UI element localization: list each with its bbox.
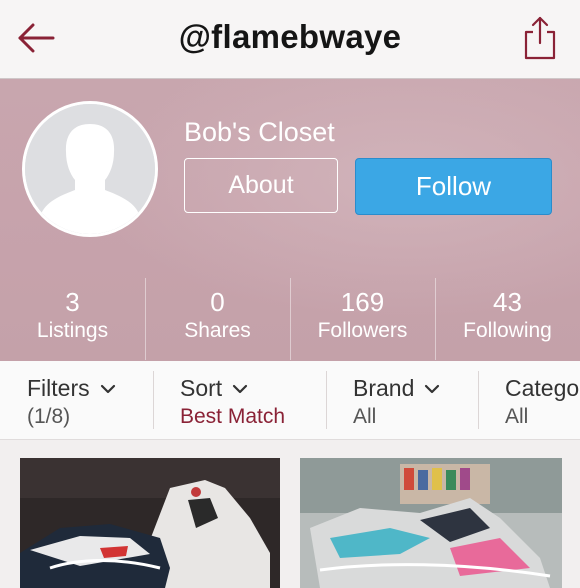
avatar[interactable] — [22, 101, 158, 237]
chevron-down-icon — [232, 384, 248, 394]
category-dropdown[interactable]: Catego All — [478, 361, 580, 439]
share-icon — [524, 16, 556, 60]
filter-bar: Filters (1/8) Sort Best Match Brand All … — [0, 361, 580, 440]
sneaker-photo — [20, 458, 280, 588]
stat-label: Following — [463, 319, 552, 342]
page-title: @flamebwaye — [178, 18, 402, 55]
stat-label: Followers — [317, 319, 408, 342]
stat-value: 43 — [493, 287, 522, 317]
profile-stats: 3 Listings 0 Shares 169 Followers 43 Fol… — [0, 278, 580, 360]
listing-tile[interactable] — [20, 458, 280, 588]
category-label: Catego — [505, 375, 580, 401]
stat-label: Listings — [36, 319, 109, 342]
stat-value: 169 — [340, 287, 385, 317]
filter-dropdown[interactable]: Filters (1/8) — [0, 361, 153, 439]
filter-label: Filters — [27, 375, 90, 401]
brand-label: Brand — [353, 375, 415, 401]
share-button[interactable] — [514, 10, 566, 66]
about-button[interactable]: About — [184, 158, 338, 213]
stat-value: 0 — [210, 287, 225, 317]
chevron-down-icon — [100, 384, 116, 394]
stat-following[interactable]: 43 Following — [435, 278, 580, 360]
profile-header: Bob's Closet About Follow 3 Listings 0 S… — [0, 79, 580, 361]
sort-value: Best Match — [180, 405, 286, 428]
filter-value: (1/8) — [27, 405, 71, 428]
stat-label: Shares — [184, 319, 251, 342]
brand-dropdown[interactable]: Brand All — [326, 361, 478, 439]
sneaker-photo — [300, 458, 562, 588]
listing-grid — [0, 440, 580, 588]
brand-value: All — [353, 405, 377, 428]
sort-dropdown[interactable]: Sort Best Match — [153, 361, 326, 439]
default-avatar-icon — [25, 104, 155, 234]
category-value: All — [505, 405, 529, 428]
stat-followers[interactable]: 169 Followers — [290, 278, 435, 360]
stat-listings[interactable]: 3 Listings — [0, 278, 145, 360]
follow-button[interactable]: Follow — [355, 158, 552, 215]
sort-label: Sort — [180, 375, 223, 401]
top-nav-bar: @flamebwaye — [0, 0, 580, 79]
chevron-down-icon — [424, 384, 440, 394]
stat-value: 3 — [65, 287, 80, 317]
listing-tile[interactable] — [300, 458, 562, 588]
stat-shares[interactable]: 0 Shares — [145, 278, 290, 360]
closet-name: Bob's Closet — [184, 117, 335, 147]
